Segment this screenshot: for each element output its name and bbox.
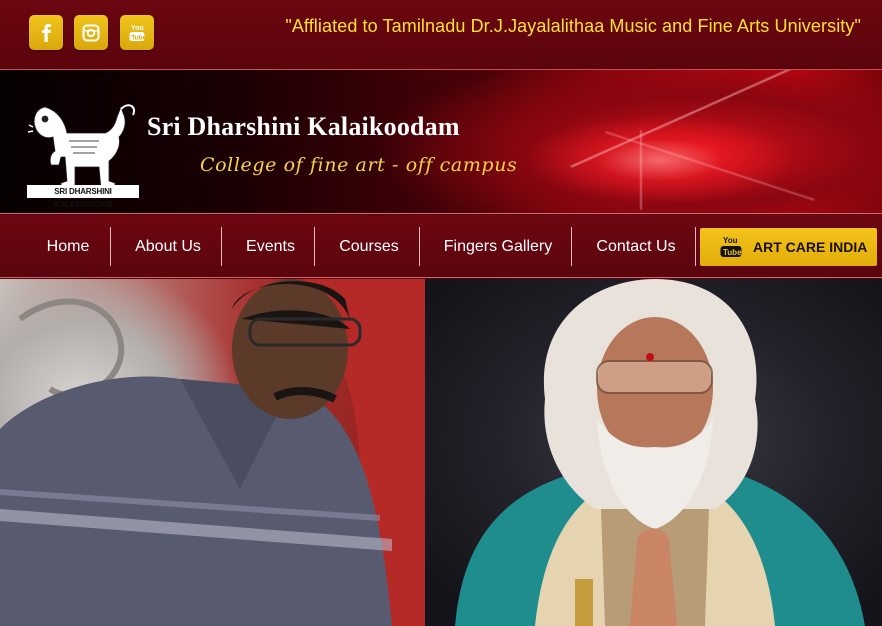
- svg-text:Tube: Tube: [131, 34, 145, 41]
- instagram-button[interactable]: [74, 15, 108, 50]
- affiliation-tagline: "Affliated to Tamilnadu Dr.J.Jayalalitha…: [285, 16, 861, 36]
- man-in-shirt-photo: [0, 279, 425, 626]
- instagram-icon: [82, 24, 100, 41]
- nav-divider: [314, 227, 315, 266]
- nav-divider: [571, 227, 572, 266]
- youtube-icon: You Tube: [720, 236, 742, 257]
- art-care-india-label: ART CARE INDIA: [753, 239, 868, 255]
- svg-text:Tube: Tube: [723, 248, 742, 257]
- nav-divider: [419, 227, 420, 266]
- youtube-icon: You Tube: [129, 25, 145, 41]
- svg-text:You: You: [131, 25, 144, 32]
- facebook-button[interactable]: [29, 15, 63, 50]
- art-care-india-button[interactable]: You Tube ART CARE INDIA: [700, 228, 877, 266]
- nav-divider: [110, 227, 111, 266]
- site-title[interactable]: Sri Dharshini Kalaikoodam: [147, 112, 460, 142]
- main-navigation: Home About Us Events Courses Fingers Gal…: [0, 215, 882, 278]
- nav-item-home[interactable]: Home: [38, 227, 98, 266]
- facebook-icon: [42, 23, 51, 42]
- site-banner: SRI DHARSHINI KALAIKOODAM Sri Dharshini …: [0, 69, 882, 214]
- elder-with-folded-hands-photo: [455, 279, 865, 626]
- hero-photo: [0, 279, 882, 626]
- nav-divider: [695, 227, 696, 266]
- nav-divider: [221, 227, 222, 266]
- nav-item-about-us[interactable]: About Us: [125, 227, 211, 266]
- site-subtitle: College of fine art - off campus: [200, 154, 518, 176]
- nav-item-events[interactable]: Events: [238, 227, 303, 266]
- hero-photo-left: [0, 279, 425, 626]
- svg-text:You: You: [723, 236, 738, 245]
- nav-item-fingers-gallery[interactable]: Fingers Gallery: [436, 227, 560, 266]
- nav-item-contact-us[interactable]: Contact Us: [588, 227, 684, 266]
- youtube-button[interactable]: You Tube: [120, 15, 154, 50]
- nav-item-courses[interactable]: Courses: [330, 227, 408, 266]
- logo-caption: SRI DHARSHINI KALAIKOODAM: [27, 185, 139, 209]
- hero-photo-right: [425, 279, 882, 626]
- top-bar: You Tube "Affliated to Tamilnadu Dr.J.Ja…: [0, 0, 882, 68]
